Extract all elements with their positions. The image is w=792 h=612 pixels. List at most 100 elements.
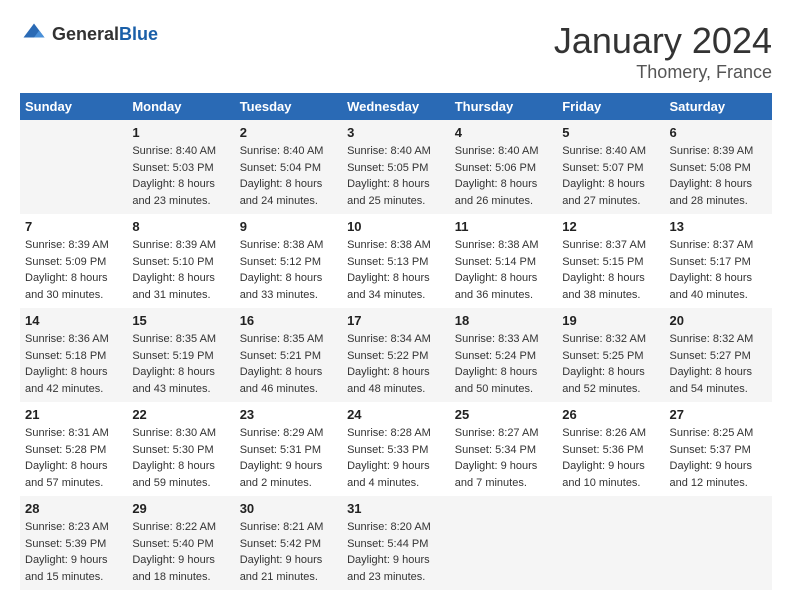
- page-header: GeneralBlue January 2024 Thomery, France: [20, 20, 772, 83]
- calendar-cell: 16 Sunrise: 8:35 AMSunset: 5:21 PMDayligh…: [235, 308, 342, 402]
- day-info: Sunrise: 8:40 AMSunset: 5:06 PMDaylight:…: [455, 143, 552, 209]
- day-number: 3: [347, 125, 445, 140]
- day-info: Sunrise: 8:22 AMSunset: 5:40 PMDaylight:…: [132, 519, 229, 585]
- calendar-cell: 5 Sunrise: 8:40 AMSunset: 5:07 PMDaylight…: [557, 120, 664, 214]
- day-info: Sunrise: 8:38 AMSunset: 5:12 PMDaylight:…: [240, 237, 337, 303]
- logo-icon: [20, 20, 48, 48]
- day-info: Sunrise: 8:32 AMSunset: 5:27 PMDaylight:…: [670, 331, 768, 397]
- calendar-cell: 15 Sunrise: 8:35 AMSunset: 5:19 PMDayligh…: [127, 308, 234, 402]
- day-info: Sunrise: 8:39 AMSunset: 5:09 PMDaylight:…: [25, 237, 122, 303]
- day-header-saturday: Saturday: [665, 93, 773, 120]
- day-number: 6: [670, 125, 768, 140]
- day-info: Sunrise: 8:20 AMSunset: 5:44 PMDaylight:…: [347, 519, 445, 585]
- day-number: 29: [132, 501, 229, 516]
- day-info: Sunrise: 8:36 AMSunset: 5:18 PMDaylight:…: [25, 331, 122, 397]
- day-number: 26: [562, 407, 659, 422]
- day-info: Sunrise: 8:28 AMSunset: 5:33 PMDaylight:…: [347, 425, 445, 491]
- calendar-cell: [450, 496, 557, 590]
- day-number: 17: [347, 313, 445, 328]
- day-number: 15: [132, 313, 229, 328]
- calendar-cell: 31Sunrise: 8:20 AMSunset: 5:44 PMDayligh…: [342, 496, 450, 590]
- calendar-table: SundayMondayTuesdayWednesdayThursdayFrid…: [20, 93, 772, 590]
- calendar-cell: 28Sunrise: 8:23 AMSunset: 5:39 PMDayligh…: [20, 496, 127, 590]
- day-number: 25: [455, 407, 552, 422]
- day-number: 11: [455, 219, 552, 234]
- day-info: Sunrise: 8:40 AMSunset: 5:07 PMDaylight:…: [562, 143, 659, 209]
- title-block: January 2024 Thomery, France: [554, 20, 772, 83]
- day-number: 18: [455, 313, 552, 328]
- day-number: 14: [25, 313, 122, 328]
- day-number: 10: [347, 219, 445, 234]
- day-info: Sunrise: 8:37 AMSunset: 5:15 PMDaylight:…: [562, 237, 659, 303]
- calendar-cell: 24Sunrise: 8:28 AMSunset: 5:33 PMDayligh…: [342, 402, 450, 496]
- calendar-cell: 3 Sunrise: 8:40 AMSunset: 5:05 PMDaylight…: [342, 120, 450, 214]
- month-title: January 2024: [554, 20, 772, 62]
- day-info: Sunrise: 8:33 AMSunset: 5:24 PMDaylight:…: [455, 331, 552, 397]
- calendar-header-row: SundayMondayTuesdayWednesdayThursdayFrid…: [20, 93, 772, 120]
- day-info: Sunrise: 8:39 AMSunset: 5:08 PMDaylight:…: [670, 143, 768, 209]
- day-number: 27: [670, 407, 768, 422]
- calendar-cell: 27Sunrise: 8:25 AMSunset: 5:37 PMDayligh…: [665, 402, 773, 496]
- calendar-cell: 8Sunrise: 8:39 AMSunset: 5:10 PMDaylight…: [127, 214, 234, 308]
- day-number: 19: [562, 313, 659, 328]
- calendar-cell: 2Sunrise: 8:40 AMSunset: 5:04 PMDaylight…: [235, 120, 342, 214]
- week-row-5: 28Sunrise: 8:23 AMSunset: 5:39 PMDayligh…: [20, 496, 772, 590]
- day-header-monday: Monday: [127, 93, 234, 120]
- day-info: Sunrise: 8:29 AMSunset: 5:31 PMDaylight:…: [240, 425, 337, 491]
- calendar-cell: 19 Sunrise: 8:32 AMSunset: 5:25 PMDayligh…: [557, 308, 664, 402]
- day-header-wednesday: Wednesday: [342, 93, 450, 120]
- calendar-cell: 23Sunrise: 8:29 AMSunset: 5:31 PMDayligh…: [235, 402, 342, 496]
- day-number: 8: [132, 219, 229, 234]
- day-info: Sunrise: 8:35 AMSunset: 5:19 PMDaylight:…: [132, 331, 229, 397]
- calendar-cell: 13Sunrise: 8:37 AMSunset: 5:17 PMDayligh…: [665, 214, 773, 308]
- day-info: Sunrise: 8:40 AMSunset: 5:03 PMDaylight:…: [132, 143, 229, 209]
- logo-general: General: [52, 24, 119, 44]
- calendar-cell: 11 Sunrise: 8:38 AMSunset: 5:14 PMDayligh…: [450, 214, 557, 308]
- day-number: 12: [562, 219, 659, 234]
- calendar-cell: [20, 120, 127, 214]
- day-header-sunday: Sunday: [20, 93, 127, 120]
- day-info: Sunrise: 8:31 AMSunset: 5:28 PMDaylight:…: [25, 425, 122, 491]
- week-row-4: 21 Sunrise: 8:31 AMSunset: 5:28 PMDayligh…: [20, 402, 772, 496]
- calendar-cell: [557, 496, 664, 590]
- logo-blue-text: Blue: [119, 24, 158, 44]
- day-info: Sunrise: 8:40 AMSunset: 5:05 PMDaylight:…: [347, 143, 445, 209]
- calendar-cell: 1 Sunrise: 8:40 AMSunset: 5:03 PMDaylight…: [127, 120, 234, 214]
- day-header-friday: Friday: [557, 93, 664, 120]
- day-header-tuesday: Tuesday: [235, 93, 342, 120]
- calendar-cell: 12 Sunrise: 8:37 AMSunset: 5:15 PMDayligh…: [557, 214, 664, 308]
- calendar-cell: 22Sunrise: 8:30 AMSunset: 5:30 PMDayligh…: [127, 402, 234, 496]
- calendar-cell: 4Sunrise: 8:40 AMSunset: 5:06 PMDaylight…: [450, 120, 557, 214]
- day-info: Sunrise: 8:35 AMSunset: 5:21 PMDaylight:…: [240, 331, 337, 397]
- location-title: Thomery, France: [554, 62, 772, 83]
- day-info: Sunrise: 8:38 AMSunset: 5:14 PMDaylight:…: [455, 237, 552, 303]
- week-row-1: 1 Sunrise: 8:40 AMSunset: 5:03 PMDaylight…: [20, 120, 772, 214]
- calendar-cell: 25 Sunrise: 8:27 AMSunset: 5:34 PMDayligh…: [450, 402, 557, 496]
- calendar-cell: 21 Sunrise: 8:31 AMSunset: 5:28 PMDayligh…: [20, 402, 127, 496]
- day-info: Sunrise: 8:32 AMSunset: 5:25 PMDaylight:…: [562, 331, 659, 397]
- day-number: 21: [25, 407, 122, 422]
- day-info: Sunrise: 8:27 AMSunset: 5:34 PMDaylight:…: [455, 425, 552, 491]
- logo-text: GeneralBlue: [52, 24, 158, 45]
- day-number: 16: [240, 313, 337, 328]
- logo: GeneralBlue: [20, 20, 158, 48]
- day-info: Sunrise: 8:34 AMSunset: 5:22 PMDaylight:…: [347, 331, 445, 397]
- calendar-cell: 30 Sunrise: 8:21 AMSunset: 5:42 PMDayligh…: [235, 496, 342, 590]
- day-number: 7: [25, 219, 122, 234]
- day-number: 5: [562, 125, 659, 140]
- day-number: 1: [132, 125, 229, 140]
- calendar-cell: 26Sunrise: 8:26 AMSunset: 5:36 PMDayligh…: [557, 402, 664, 496]
- day-number: 2: [240, 125, 337, 140]
- calendar-body: 1 Sunrise: 8:40 AMSunset: 5:03 PMDaylight…: [20, 120, 772, 590]
- calendar-cell: 29 Sunrise: 8:22 AMSunset: 5:40 PMDayligh…: [127, 496, 234, 590]
- calendar-cell: 14 Sunrise: 8:36 AMSunset: 5:18 PMDayligh…: [20, 308, 127, 402]
- day-info: Sunrise: 8:21 AMSunset: 5:42 PMDaylight:…: [240, 519, 337, 585]
- day-info: Sunrise: 8:23 AMSunset: 5:39 PMDaylight:…: [25, 519, 122, 585]
- day-info: Sunrise: 8:38 AMSunset: 5:13 PMDaylight:…: [347, 237, 445, 303]
- calendar-cell: 18 Sunrise: 8:33 AMSunset: 5:24 PMDayligh…: [450, 308, 557, 402]
- day-number: 20: [670, 313, 768, 328]
- day-number: 30: [240, 501, 337, 516]
- day-number: 13: [670, 219, 768, 234]
- day-header-thursday: Thursday: [450, 93, 557, 120]
- day-number: 9: [240, 219, 337, 234]
